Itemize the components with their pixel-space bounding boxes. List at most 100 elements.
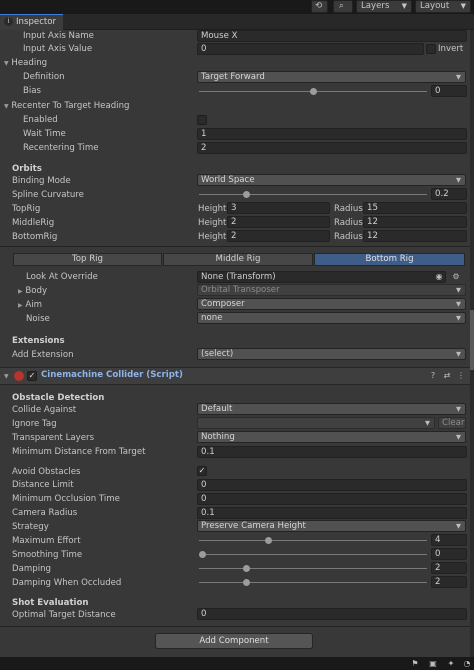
- min-occlusion-field[interactable]: 0: [197, 493, 467, 505]
- notification-icon[interactable]: ◔: [462, 659, 472, 669]
- layout-label: Layout: [420, 1, 450, 11]
- max-effort-slider[interactable]: [199, 534, 427, 547]
- layout-dropdown[interactable]: Layout ▼: [415, 0, 471, 13]
- gear-icon[interactable]: ⚙: [451, 272, 461, 282]
- binding-mode-dropdown[interactable]: World Space ▼: [197, 174, 466, 186]
- max-effort-label: Maximum Effort: [12, 536, 81, 546]
- help-icon[interactable]: ?: [428, 371, 438, 381]
- invert-checkbox[interactable]: [426, 44, 436, 54]
- min-distance-field[interactable]: 0.1: [197, 446, 467, 458]
- recenter-foldout[interactable]: ▼ Recenter To Target Heading: [4, 100, 129, 113]
- tab-inspector[interactable]: i Inspector: [0, 14, 63, 30]
- smoothing-time-field[interactable]: 0: [431, 548, 467, 560]
- transparent-layers-value: Nothing: [201, 432, 235, 442]
- layers-dropdown[interactable]: Layers ▼: [356, 0, 412, 13]
- divider: [0, 246, 470, 247]
- tab-row: [0, 14, 474, 30]
- slider-thumb[interactable]: [243, 191, 251, 198]
- collide-against-dropdown[interactable]: Default ▼: [197, 403, 466, 415]
- status-bar: [0, 657, 474, 670]
- invert-label: Invert: [438, 44, 464, 54]
- debug-icon[interactable]: ⚑: [410, 659, 420, 669]
- tab-middle-rig[interactable]: Middle Rig: [163, 253, 313, 266]
- max-effort-field[interactable]: 4: [431, 534, 467, 546]
- bias-field[interactable]: 0: [431, 85, 467, 97]
- middle-rig-height-field[interactable]: 2: [227, 216, 330, 228]
- radius-label: Radius: [334, 204, 363, 214]
- strategy-dropdown[interactable]: Preserve Camera Height ▼: [197, 520, 466, 532]
- binding-mode-label: Binding Mode: [12, 176, 71, 186]
- slider-thumb[interactable]: [309, 88, 317, 95]
- top-rig-height-field[interactable]: 3: [227, 202, 330, 214]
- definition-value: Target Forward: [201, 72, 265, 82]
- slider-thumb[interactable]: [243, 579, 251, 586]
- scrollbar-thumb[interactable]: [470, 310, 474, 370]
- spline-curvature-label: Spline Curvature: [12, 190, 84, 200]
- min-distance-label: Minimum Distance From Target: [12, 447, 146, 457]
- bottom-rig-radius-field[interactable]: 12: [363, 230, 467, 242]
- add-component-button[interactable]: Add Component: [155, 633, 313, 649]
- add-extension-value: (select): [201, 349, 234, 359]
- tab-bottom-rig[interactable]: Bottom Rig: [314, 253, 465, 266]
- wait-time-field[interactable]: 1: [197, 128, 467, 140]
- slider-thumb[interactable]: [265, 537, 273, 544]
- body-label: Body: [25, 286, 48, 296]
- kebab-menu-icon[interactable]: ⋮: [456, 371, 466, 381]
- body-value: Orbital Transposer: [201, 285, 280, 295]
- input-axis-name-field[interactable]: Mouse X: [197, 30, 467, 42]
- cache-icon[interactable]: ▣: [428, 659, 438, 669]
- distance-limit-field[interactable]: 0: [197, 479, 467, 491]
- avoid-obstacles-checkbox[interactable]: ✓: [197, 466, 207, 476]
- top-rig-radius-field[interactable]: 15: [363, 202, 467, 214]
- look-at-override-field[interactable]: None (Transform): [197, 271, 446, 283]
- bias-slider[interactable]: [199, 85, 427, 98]
- foldout-open-icon: ▼: [4, 103, 9, 110]
- aim-foldout[interactable]: ▶ Aim: [18, 299, 42, 312]
- collab-icon[interactable]: ✦: [446, 659, 456, 669]
- aim-dropdown[interactable]: Composer ▼: [197, 298, 466, 310]
- recentering-time-field[interactable]: 2: [197, 142, 467, 154]
- component-title[interactable]: Cinemachine Collider (Script): [41, 369, 183, 382]
- damping-occluded-slider[interactable]: [199, 576, 427, 589]
- preset-icon[interactable]: ⇄: [442, 371, 452, 381]
- definition-dropdown[interactable]: Target Forward ▼: [197, 71, 466, 83]
- foldout-closed-icon: ▶: [18, 288, 23, 295]
- recentering-time-label: Recentering Time: [23, 143, 99, 153]
- damping-occluded-field[interactable]: 2: [431, 576, 467, 588]
- noise-dropdown[interactable]: none ▼: [197, 312, 466, 324]
- damping-occluded-label: Damping When Occluded: [12, 578, 122, 588]
- clear-button[interactable]: Clear: [438, 417, 466, 429]
- body-foldout[interactable]: ▶ Body: [18, 285, 47, 298]
- damping-label: Damping: [12, 564, 51, 574]
- collide-against-value: Default: [201, 404, 233, 414]
- tab-top-rig[interactable]: Top Rig: [13, 253, 162, 266]
- slider-thumb[interactable]: [243, 565, 251, 572]
- slider-thumb[interactable]: [199, 551, 206, 558]
- chevron-down-icon: ▼: [460, 2, 466, 10]
- damping-slider[interactable]: [199, 562, 427, 575]
- bottom-rig-height-field[interactable]: 2: [227, 230, 330, 242]
- transparent-layers-dropdown[interactable]: Nothing ▼: [197, 431, 466, 443]
- definition-label: Definition: [23, 72, 65, 82]
- input-axis-value-field[interactable]: 0: [197, 43, 424, 55]
- enabled-checkbox[interactable]: [197, 115, 207, 125]
- ignore-tag-dropdown[interactable]: ▼: [197, 417, 435, 429]
- add-extension-label: Add Extension: [12, 350, 74, 360]
- bottom-rig-label: BottomRig: [12, 232, 58, 242]
- search-icon[interactable]: ⌕: [333, 0, 353, 13]
- heading-foldout[interactable]: ▼ Heading: [4, 57, 47, 70]
- smoothing-time-slider[interactable]: [199, 548, 427, 561]
- spline-curvature-field[interactable]: 0.2: [431, 188, 467, 200]
- collide-against-label: Collide Against: [12, 405, 77, 415]
- middle-rig-radius-field[interactable]: 12: [363, 216, 467, 228]
- slider-track: [199, 540, 427, 541]
- optimal-distance-field[interactable]: 0: [197, 608, 467, 620]
- object-picker-icon[interactable]: ◉: [434, 272, 444, 282]
- component-enabled-checkbox[interactable]: ✓: [27, 371, 37, 381]
- foldout-open-icon[interactable]: ▼: [4, 373, 9, 380]
- add-extension-dropdown[interactable]: (select) ▼: [197, 348, 466, 360]
- spline-curvature-slider[interactable]: [199, 188, 427, 201]
- camera-radius-field[interactable]: 0.1: [197, 507, 467, 519]
- history-icon[interactable]: ⟲: [311, 0, 328, 13]
- damping-field[interactable]: 2: [431, 562, 467, 574]
